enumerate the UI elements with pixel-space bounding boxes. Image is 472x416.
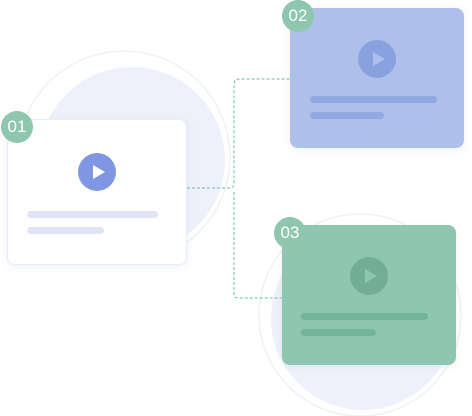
- step-number-badge-3: 03: [274, 217, 306, 249]
- step-card-3[interactable]: [282, 225, 456, 365]
- step-card-2[interactable]: [290, 8, 464, 148]
- text-line-placeholder: [27, 227, 104, 234]
- text-line-placeholder: [310, 112, 384, 119]
- text-line-placeholder: [301, 329, 376, 336]
- text-line-placeholder: [310, 96, 437, 103]
- play-icon[interactable]: [358, 40, 396, 78]
- step-card-1[interactable]: [7, 119, 187, 265]
- step-number-badge-2: 02: [282, 0, 314, 32]
- text-line-placeholder: [27, 211, 158, 218]
- play-icon[interactable]: [350, 257, 388, 295]
- play-icon[interactable]: [78, 153, 116, 191]
- text-line-placeholder: [301, 313, 428, 320]
- step-number-badge-1: 01: [1, 111, 33, 143]
